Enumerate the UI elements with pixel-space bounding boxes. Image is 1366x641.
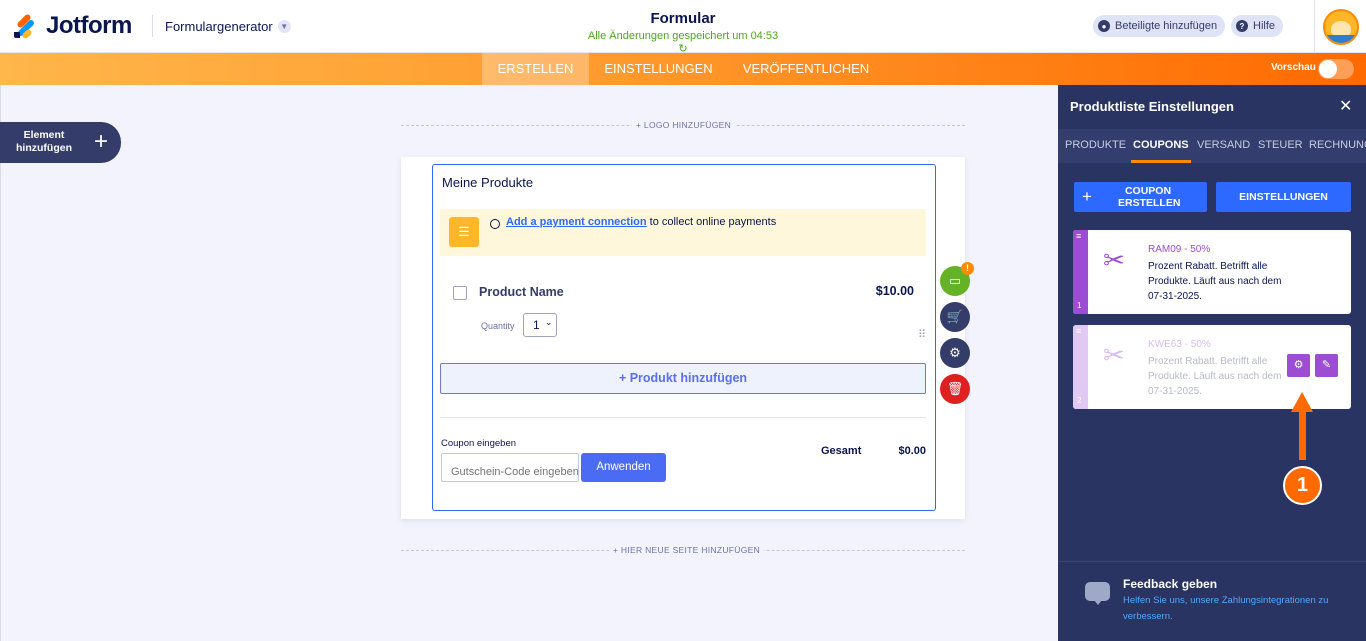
plus-icon: + <box>1082 187 1092 206</box>
coupon-description: Prozent Rabatt. Betrifft alle Produkte. … <box>1148 356 1282 397</box>
add-participants-label: Beteiligte hinzufügen <box>1115 20 1218 32</box>
tab-einstellungen[interactable]: EINSTELLUNGEN <box>589 53 728 85</box>
radio-icon <box>490 219 500 229</box>
jotform-logo-icon <box>14 13 38 40</box>
add-logo-link[interactable]: + LOGO HINZUFÜGEN <box>632 120 736 130</box>
product-list-settings-panel: Produktliste Einstellungen ✕ PRODUKTE CO… <box>1058 85 1366 641</box>
question-icon: ? <box>1236 20 1248 32</box>
coupon-settings-gear-icon[interactable]: ⚙ <box>1287 354 1310 377</box>
cart-icon[interactable]: 🛒 <box>940 302 970 332</box>
quantity-select[interactable]: 1 ⌄ <box>523 313 557 337</box>
feedback-divider <box>1058 561 1366 562</box>
coupon-drag-strip[interactable]: ≡ 2 <box>1073 325 1088 409</box>
tab-versand[interactable]: VERSAND <box>1197 139 1250 151</box>
builder-dropdown[interactable]: Formulargenerator ▼ <box>165 19 291 34</box>
coupon-label: Coupon eingeben <box>441 438 517 449</box>
coupon-code: RAM09 - 50% <box>1148 244 1211 255</box>
list-icon: ☰ <box>449 217 479 247</box>
add-element-button[interactable]: Element hinzufügen + <box>0 122 121 163</box>
coupon-settings-button[interactable]: EINSTELLUNGEN <box>1216 182 1351 212</box>
payment-banner: ☰ Add a payment connection to collect on… <box>440 209 926 256</box>
saved-status: Alle Änderungen gespeichert um 04:53 ↻ <box>587 30 779 55</box>
total-label: Gesamt <box>821 445 862 457</box>
top-header: Jotform Formulargenerator ▼ Formular All… <box>0 0 1366 55</box>
left-edge <box>0 85 1 641</box>
builder-label: Formulargenerator <box>165 19 273 34</box>
product-checkbox[interactable] <box>453 286 467 300</box>
gear-icon[interactable]: ⚙ <box>940 338 970 368</box>
tab-steuer[interactable]: STEUER <box>1258 139 1303 151</box>
feedback-title: Feedback geben <box>1123 577 1218 591</box>
jotform-logo[interactable]: Jotform <box>14 12 132 40</box>
add-element-label: Element hinzufügen <box>16 129 72 154</box>
avatar[interactable] <box>1322 8 1359 45</box>
section-divider <box>440 417 926 418</box>
header-divider <box>152 15 153 37</box>
logo-text: Jotform <box>46 12 132 39</box>
tab-veroeffentlichen[interactable]: VERÖFFENTLICHEN <box>728 53 884 85</box>
panel-tabs: PRODUKTE COUPONS VERSAND STEUER RECHNUNG <box>1058 129 1366 163</box>
add-product-button[interactable]: + Produkt hinzufügen <box>440 363 926 394</box>
quantity-label: Quantity <box>481 321 515 331</box>
product-name: Product Name <box>479 285 564 299</box>
active-tab-indicator <box>1131 160 1191 163</box>
payment-message: Add a payment connection to collect onli… <box>506 216 776 228</box>
preview-label: Vorschau <box>1271 62 1316 73</box>
tab-erstellen[interactable]: ERSTELLEN <box>482 53 589 85</box>
create-coupon-label: COUPON ERSTELLEN <box>1118 185 1181 209</box>
close-icon[interactable]: ✕ <box>1339 96 1352 116</box>
chevron-down-icon: ▼ <box>277 20 291 33</box>
drag-handle-icon: ≡ <box>1076 326 1082 336</box>
payment-connection-link[interactable]: Add a payment connection <box>506 216 647 228</box>
add-participants-button[interactable]: ● Beteiligte hinzufügen <box>1093 15 1226 37</box>
user-icon: ● <box>1098 20 1110 32</box>
panel-title: Produktliste Einstellungen <box>1070 99 1234 114</box>
payment-message-text: to collect online payments <box>646 216 777 228</box>
annotation-arrow-shaft <box>1299 408 1306 460</box>
preview-toggle[interactable] <box>1318 59 1354 79</box>
trash-icon[interactable]: 🗑 <box>940 374 970 404</box>
help-label: Hilfe <box>1253 20 1276 32</box>
help-button[interactable]: ? Hilfe <box>1231 15 1284 37</box>
coupon-number: 2 <box>1077 396 1082 405</box>
products-heading[interactable]: Meine Produkte <box>442 175 533 190</box>
form-title-block: Formular Alle Änderungen gespeichert um … <box>583 10 783 55</box>
quantity-value: 1 <box>533 318 540 332</box>
scissors-icon: ✂ <box>1103 245 1125 275</box>
total-value: $0.00 <box>898 445 926 457</box>
tab-rechnung[interactable]: RECHNUNG <box>1309 139 1366 151</box>
coupon-description: Prozent Rabatt. Betrifft alle Produkte. … <box>1148 261 1282 302</box>
drag-handle-icon[interactable]: ⠿ <box>918 330 927 341</box>
apply-coupon-button[interactable]: Anwenden <box>581 453 666 482</box>
coupon-code: KWE63 - 50% <box>1148 339 1211 350</box>
tab-coupons[interactable]: COUPONS <box>1133 139 1189 151</box>
form-title[interactable]: Formular <box>583 10 783 27</box>
chevron-down-icon: ⌄ <box>545 317 553 327</box>
coupon-card[interactable]: ≡ 1 ✂ RAM09 - 50% Prozent Rabatt. Betrif… <box>1073 230 1351 314</box>
add-page-link[interactable]: + HIER NEUE SEITE HINZUFÜGEN <box>609 545 765 555</box>
create-coupon-button[interactable]: + COUPON ERSTELLEN <box>1074 182 1207 212</box>
tab-produkte[interactable]: PRODUKTE <box>1065 139 1126 151</box>
feedback-link[interactable]: Helfen Sie uns, unsere Zahlungsintegrati… <box>1123 593 1348 625</box>
warning-badge: ! <box>961 262 974 275</box>
builder-nav: ERSTELLEN EINSTELLUNGEN VERÖFFENTLICHEN … <box>0 53 1366 85</box>
scissors-icon: ✂ <box>1103 340 1125 370</box>
chat-icon <box>1085 582 1110 605</box>
drag-handle-icon: ≡ <box>1076 231 1082 241</box>
coupon-input[interactable] <box>441 453 579 482</box>
plus-icon: + <box>94 128 109 155</box>
coupon-drag-strip[interactable]: ≡ 1 <box>1073 230 1088 314</box>
step-badge: 1 <box>1283 466 1322 505</box>
coupon-number: 1 <box>1077 301 1082 310</box>
coupon-edit-pencil-icon[interactable]: ✎ <box>1315 354 1338 377</box>
product-price: $10.00 <box>875 284 914 298</box>
avatar-container[interactable] <box>1314 0 1366 53</box>
